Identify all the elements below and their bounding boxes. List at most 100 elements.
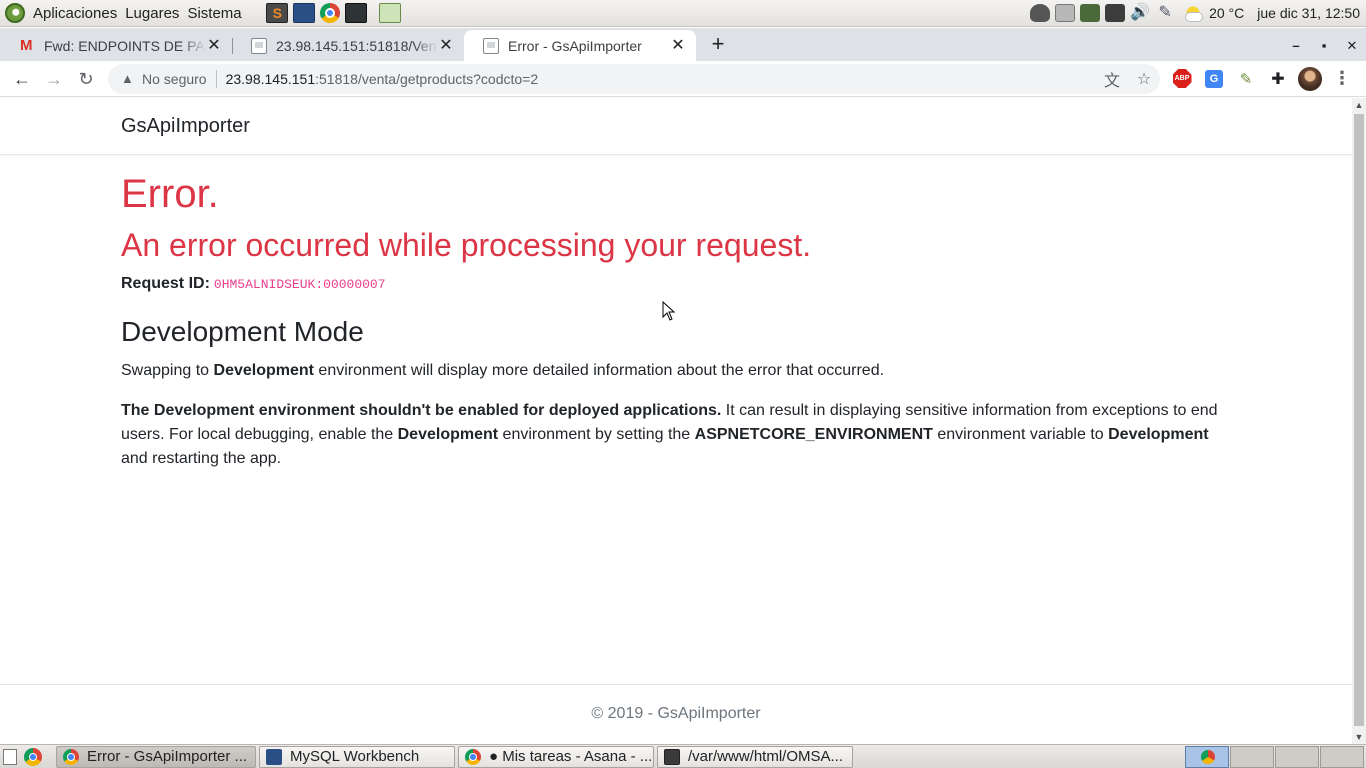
footer-copyright: © 2019 - GsApiImporter — [591, 705, 761, 722]
text: and restarting the app. — [121, 450, 282, 467]
bookmark-star-icon[interactable]: ☆ — [1128, 69, 1160, 89]
weather-icon[interactable] — [1183, 3, 1204, 23]
taskbar-label: /var/www/html/OMSA... — [688, 748, 844, 765]
chrome-icon — [63, 748, 79, 765]
site-footer: © 2019 - GsApiImporter — [0, 684, 1352, 744]
bottom-taskbar: Error - GsApiImporter ... MySQL Workbenc… — [0, 744, 1366, 768]
google-translate-extension-icon[interactable]: G — [1198, 63, 1230, 95]
tab-label: Error - GsApiImporter — [508, 37, 642, 54]
workspace-1[interactable] — [1185, 745, 1229, 768]
taskbar-item-error-gsapiimporter[interactable]: Error - GsApiImporter ... — [56, 745, 256, 768]
extensions-puzzle-icon[interactable]: ✚ — [1262, 63, 1294, 95]
new-tab-button[interactable]: + — [704, 31, 732, 59]
window-controls: – ▪ ✕ — [1282, 30, 1366, 61]
url-path[interactable]: :51818/venta/getproducts?codcto=2 — [315, 71, 538, 87]
request-id-label: Request ID: — [121, 275, 210, 292]
tray-app-icon[interactable] — [1030, 4, 1051, 22]
maximize-icon[interactable]: ▪ — [1310, 38, 1338, 53]
temperature[interactable]: 20 °C — [1209, 5, 1244, 21]
close-window-icon[interactable]: ✕ — [1338, 38, 1366, 54]
development-mode-heading: Development Mode — [121, 316, 364, 347]
text-bold: ASPNETCORE_ENVIRONMENT — [694, 426, 933, 443]
tab-strip: Fwd: ENDPOINTS DE PARTNERS ✕ 23.98.145.1… — [0, 28, 1366, 61]
text: Swapping to — [121, 362, 214, 379]
text-bold: Development — [1108, 426, 1209, 443]
translate-icon[interactable]: 文 — [1096, 67, 1128, 91]
screenshot-launcher-icon[interactable] — [378, 3, 401, 23]
omnibox-actions: 文 ☆ — [1096, 67, 1160, 91]
reload-icon[interactable]: ↻ — [70, 63, 102, 95]
error-title: Error. — [121, 172, 219, 216]
chrome-launcher-icon[interactable] — [24, 747, 42, 766]
mysql-icon — [266, 748, 282, 765]
site-brand[interactable]: GsApiImporter — [121, 115, 250, 138]
tab-label: Fwd: ENDPOINTS DE PARTNERS — [44, 37, 206, 54]
security-status[interactable]: No seguro — [142, 71, 207, 87]
development-warning-paragraph: The Development environment shouldn't be… — [121, 399, 1231, 471]
scroll-thumb[interactable] — [1354, 114, 1364, 726]
text-bold: Development — [397, 426, 499, 443]
scroll-down-icon[interactable]: ▼ — [1352, 730, 1366, 744]
top-panel: Aplicaciones Lugares Sistema 🔊 ✎ 20 °C j… — [0, 0, 1366, 27]
back-icon[interactable]: ← — [6, 63, 38, 95]
show-desktop-icon[interactable] — [3, 748, 17, 765]
scroll-up-icon[interactable]: ▲ — [1352, 98, 1366, 112]
error-content: Error. An error occurred while processin… — [121, 172, 1231, 471]
error-subtitle: An error occurred while processing your … — [121, 227, 812, 263]
tab-getproducts[interactable]: 23.98.145.151:51818/Venta/getproducts ✕ — [232, 30, 464, 61]
menu-system[interactable]: Sistema — [187, 5, 249, 22]
page-icon — [251, 37, 267, 54]
site-header: GsApiImporter — [0, 98, 1352, 155]
tray-screenshot-icon[interactable] — [1080, 4, 1101, 22]
workspace-4[interactable] — [1320, 745, 1364, 768]
sublime-text-launcher-icon[interactable] — [265, 3, 288, 23]
taskbar-item-asana[interactable]: ● Mis tareas - Asana - ... — [458, 745, 654, 768]
taskbar-label: ● Mis tareas - Asana - ... — [489, 748, 653, 765]
menu-places[interactable]: Lugares — [125, 5, 187, 22]
taskbar-label: MySQL Workbench — [290, 748, 420, 765]
text: environment variable to — [932, 426, 1109, 443]
workspace-3[interactable] — [1275, 745, 1319, 768]
text-bold: Development — [213, 362, 314, 379]
volume-icon[interactable]: 🔊 — [1130, 4, 1150, 22]
workspace-switcher — [1184, 745, 1364, 768]
menu-kebab-icon[interactable]: ⋮ — [1326, 63, 1358, 95]
taskbar-label: Error - GsApiImporter ... — [87, 748, 248, 765]
terminal-launcher-icon[interactable] — [344, 3, 367, 23]
menu-applications[interactable]: Aplicaciones — [33, 5, 125, 22]
close-tab-icon[interactable]: ✕ — [438, 37, 454, 54]
page-scrollbar[interactable]: ▲ ▼ — [1352, 98, 1366, 744]
chrome-launcher-icon[interactable] — [319, 3, 340, 23]
network-icon[interactable]: ✎ — [1155, 4, 1175, 22]
chrome-icon — [465, 748, 481, 765]
forward-icon[interactable]: → — [38, 63, 70, 95]
minimize-icon[interactable]: – — [1282, 38, 1310, 53]
gmail-icon — [19, 37, 35, 54]
workspace-2[interactable] — [1230, 745, 1274, 768]
taskbar-item-terminal[interactable]: /var/www/html/OMSA... — [657, 745, 853, 768]
warning-icon[interactable]: ▲ — [121, 71, 135, 86]
taskbar-item-mysql-workbench[interactable]: MySQL Workbench — [259, 745, 455, 768]
url-host[interactable]: 23.98.145.151 — [226, 71, 316, 87]
tab-label: 23.98.145.151:51818/Venta/getproducts — [276, 37, 438, 54]
close-tab-icon[interactable]: ✕ — [670, 37, 686, 54]
tab-error-gsapiimporter[interactable]: Error - GsApiImporter ✕ — [464, 30, 696, 61]
address-bar[interactable]: ▲ No seguro 23.98.145.151 :51818/venta/g… — [108, 63, 1160, 94]
profile-avatar[interactable] — [1294, 63, 1326, 95]
tab-gmail[interactable]: Fwd: ENDPOINTS DE PARTNERS ✕ — [0, 30, 232, 61]
distro-logo-icon[interactable] — [5, 3, 25, 23]
adblock-plus-icon[interactable]: ABP — [1166, 63, 1198, 95]
tray-battery-icon[interactable] — [1105, 4, 1126, 22]
page-content: GsApiImporter Error. An error occurred w… — [0, 98, 1352, 744]
request-id-value: 0HM5ALNIDSEUK:00000007 — [213, 277, 386, 292]
mysql-workbench-launcher-icon[interactable] — [292, 3, 315, 23]
browser-toolbar: ← → ↻ ▲ No seguro 23.98.145.151 :51818/v… — [0, 61, 1366, 97]
close-tab-icon[interactable]: ✕ — [206, 37, 222, 54]
development-info-paragraph: Swapping to Development environment will… — [121, 359, 1231, 383]
tray-trash-icon[interactable] — [1055, 4, 1076, 22]
divider — [215, 69, 217, 88]
color-picker-icon[interactable]: ✎ — [1230, 63, 1262, 95]
clock[interactable]: jue dic 31, 12:50 — [1257, 5, 1360, 21]
text: environment by setting the — [498, 426, 695, 443]
text-bold: The Development environment shouldn't be… — [121, 402, 722, 419]
